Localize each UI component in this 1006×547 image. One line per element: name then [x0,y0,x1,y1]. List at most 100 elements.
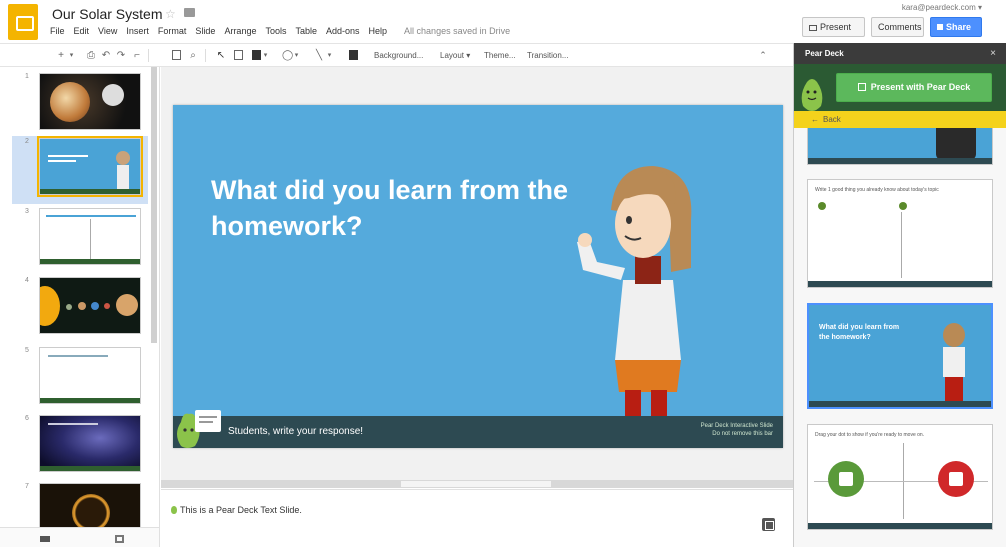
current-slide[interactable]: What did you learn from the homework? St… [173,105,783,448]
menu-format[interactable]: Format [158,26,187,36]
grid-view-icon[interactable] [115,535,124,543]
zoom-icon[interactable]: ⌕ [188,49,198,62]
redo-icon[interactable]: ↷ [116,49,126,62]
new-slide-icon[interactable]: + [56,49,66,62]
collapse-toolbar-icon[interactable]: ⌃ [758,49,768,62]
planet-dot [78,302,86,310]
menu-tools[interactable]: Tools [265,26,286,36]
pear-deck-bar [808,523,992,529]
share-button[interactable]: Share [930,17,982,37]
paint-format-icon[interactable]: ⌐ [132,49,142,62]
slide-thumbnail-3[interactable] [39,208,141,265]
notes-text[interactable]: This is a Pear Deck Text Slide. [180,505,302,515]
canvas-horizontal-scrollbar[interactable] [161,480,793,488]
planet-dot [66,304,72,310]
save-status[interactable]: All changes saved in Drive [404,26,510,36]
slide-number: 1 [25,73,29,80]
layout-button[interactable]: Layout ▾ [440,49,470,62]
filmstrip-scrollbar[interactable] [151,67,157,343]
menu-slide[interactable]: Slide [195,26,215,36]
comment-icon[interactable] [349,50,358,60]
prompt-line [46,215,136,217]
print-icon[interactable]: ⎙ [86,49,96,62]
student-body [943,347,965,377]
slide-thumbnail-2[interactable] [37,136,143,197]
character-illustration [102,84,124,106]
notes-text-row: This is a Pear Deck Text Slide. [171,505,302,515]
line-dropdown-icon[interactable]: ▾ [326,49,333,62]
pear-deck-bar [40,259,140,264]
present-with-pear-deck-button[interactable]: Present with Pear Deck [836,73,992,102]
select-cursor-icon[interactable]: ↖ [216,49,226,62]
new-slide-dropdown-icon[interactable]: ▾ [68,49,75,62]
speaker-notes[interactable]: This is a Pear Deck Text Slide. [161,489,793,547]
menu-file[interactable]: File [50,26,65,36]
toolbar: + ▾ ⎙ ↶ ↷ ⌐ ⌕ ↖ ▾ ◯ ▾ ╲ ▾ Background... … [0,43,793,67]
star-icon[interactable]: ☆ [165,7,176,21]
comments-button[interactable]: Comments [871,17,924,37]
back-arrow-icon: ← [811,115,819,124]
slides-logo-icon[interactable] [8,4,38,40]
undo-icon[interactable]: ↶ [101,49,111,62]
student-illustration [577,166,692,448]
menu-help[interactable]: Help [369,26,388,36]
folder-icon[interactable] [184,8,195,17]
filmstrip-footer [0,527,159,547]
slide-thumbnail-5[interactable] [39,347,141,404]
panel-slide-thumbnail-3[interactable]: What did you learn from the homework? [807,303,993,409]
slide-heading[interactable]: What did you learn from the homework? [211,172,571,244]
footer-note-line: Do not remove this bar [712,431,773,437]
slide-number: 6 [25,415,29,422]
prompt-line [48,355,108,357]
notes-action-button[interactable] [762,518,775,531]
transition-button[interactable]: Transition... [527,49,569,62]
pear-deck-logo-icon [177,410,221,448]
background-button[interactable]: Background... [374,49,423,62]
close-icon[interactable]: × [990,43,996,64]
thumbs-up-icon [828,461,864,497]
panel-slide-thumbnail-2[interactable]: Write 1 good thing you already know abou… [807,179,993,288]
back-button[interactable]: ← Back [794,111,1006,128]
pear-deck-bar [809,401,991,407]
student-body [117,165,129,189]
student-head [116,151,130,165]
panel-slide-thumbnail-4[interactable]: Drag your dot to show if you're ready to… [807,424,993,530]
text-box-icon[interactable] [234,50,243,60]
slide-number: 2 [25,138,29,145]
slide-number: 5 [25,347,29,354]
image-icon[interactable] [252,50,261,60]
present-button[interactable]: Present ▾ [802,17,865,50]
account-email[interactable]: kara@peardeck.com ▾ [902,3,982,12]
slide-thumbnail-6[interactable] [39,415,141,472]
zoom-fit-icon[interactable] [172,50,181,60]
thumbs-down-icon [938,461,974,497]
back-label: Back [823,115,841,124]
image-dropdown-icon[interactable]: ▾ [262,49,269,62]
pear-deck-bar [40,189,140,194]
menu-add-ons[interactable]: Add-ons [326,26,360,36]
menu-table[interactable]: Table [295,26,317,36]
document-title[interactable]: Our Solar System [52,6,162,22]
theme-button[interactable]: Theme... [484,49,516,62]
menu-view[interactable]: View [98,26,117,36]
heading-line [48,155,88,157]
thumb-prompt: Drag your dot to show if you're ready to… [815,432,925,438]
menu-arrange[interactable]: Arrange [224,26,256,36]
slide-thumbnail-1[interactable] [39,73,141,130]
menu-insert[interactable]: Insert [126,26,149,36]
divider-line [90,219,91,259]
footer-note: Pear Deck Interactive Slide Do not remov… [701,422,773,438]
line-icon[interactable]: ╲ [314,49,324,62]
pear-deck-bar [808,158,992,164]
menu-edit[interactable]: Edit [74,26,90,36]
shape-icon[interactable]: ◯ [282,49,293,62]
heading-line [48,160,76,162]
present-icon [809,25,817,31]
planet-dot [104,303,110,309]
slide-filmstrip: 1 2 3 4 5 6 7 [0,67,160,547]
jupiter-planet [50,82,90,122]
shape-dropdown-icon[interactable]: ▾ [293,49,300,62]
filmstrip-view-icon[interactable] [40,536,50,542]
slide-number: 3 [25,208,29,215]
slide-thumbnail-4[interactable] [39,277,141,334]
